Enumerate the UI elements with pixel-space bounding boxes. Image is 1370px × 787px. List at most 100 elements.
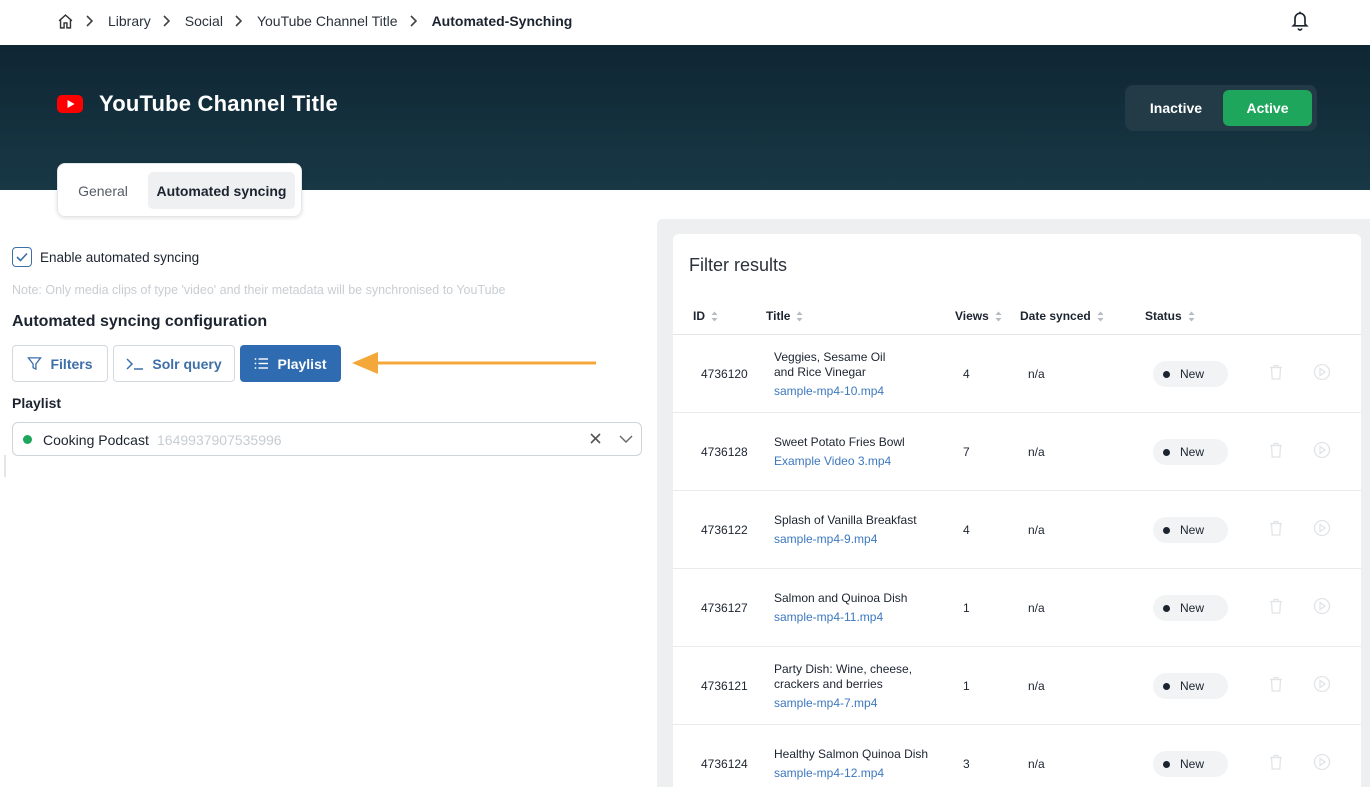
- results-table-header: ID Title Views Date synced Status: [673, 297, 1361, 335]
- play-icon[interactable]: [1313, 519, 1331, 537]
- tab-general[interactable]: General: [66, 172, 140, 209]
- row-date-synced: n/a: [1028, 367, 1045, 381]
- row-date-synced: n/a: [1028, 445, 1045, 459]
- youtube-icon: [57, 95, 83, 113]
- trash-icon[interactable]: [1269, 676, 1283, 692]
- column-title[interactable]: Title: [766, 309, 803, 323]
- enable-syncing-checkbox[interactable]: [12, 247, 32, 267]
- column-date-synced[interactable]: Date synced: [1020, 309, 1104, 323]
- filter-results-card: Filter results ID Title Views Date synce…: [673, 234, 1361, 787]
- column-views[interactable]: Views: [955, 309, 1002, 323]
- playlist-id: 1649937907535996: [157, 432, 282, 448]
- breadcrumb: Library Social YouTube Channel Title Aut…: [56, 12, 572, 30]
- filters-button[interactable]: Filters: [12, 345, 108, 382]
- status-badge: New: [1153, 751, 1228, 777]
- sort-icon: [711, 311, 718, 321]
- breadcrumb-social[interactable]: Social: [185, 13, 223, 29]
- playlist-label: Playlist: [12, 395, 62, 411]
- resize-handle[interactable]: [4, 455, 6, 477]
- results-title: Filter results: [689, 255, 788, 275]
- row-id: 4736122: [701, 523, 748, 537]
- row-file-link[interactable]: sample-mp4-9.mp4: [774, 532, 934, 547]
- chevron-right-icon: [409, 12, 420, 30]
- row-id: 4736121: [701, 679, 748, 693]
- trash-icon[interactable]: [1269, 442, 1283, 458]
- filter-icon: [27, 357, 43, 371]
- tab-bar: General Automated syncing: [57, 163, 302, 217]
- row-views: 4: [963, 523, 970, 537]
- sort-icon: [1188, 311, 1195, 321]
- config-section-title: Automated syncing configuration: [12, 313, 268, 330]
- top-bar: Library Social YouTube Channel Title Aut…: [0, 0, 1370, 45]
- terminal-icon: [126, 357, 144, 370]
- chevron-right-icon: [163, 12, 173, 30]
- solr-query-button-label: Solr query: [152, 355, 222, 372]
- row-title: Salmon and Quinoa Dish sample-mp4-11.mp4: [774, 591, 934, 625]
- table-row[interactable]: 4736124 Healthy Salmon Quinoa Dish sampl…: [673, 725, 1361, 787]
- inactive-option[interactable]: Inactive: [1130, 90, 1222, 126]
- table-row[interactable]: 4736121 Party Dish: Wine, cheese, cracke…: [673, 647, 1361, 725]
- row-title: Splash of Vanilla Breakfast sample-mp4-9…: [774, 513, 934, 547]
- row-file-link[interactable]: sample-mp4-11.mp4: [774, 610, 934, 625]
- clear-icon[interactable]: [589, 431, 603, 447]
- solr-query-button[interactable]: Solr query: [113, 345, 235, 382]
- play-icon[interactable]: [1313, 675, 1331, 693]
- column-status[interactable]: Status: [1145, 309, 1195, 323]
- trash-icon[interactable]: [1269, 598, 1283, 614]
- status-badge: New: [1153, 595, 1228, 621]
- enable-syncing-label: Enable automated syncing: [40, 249, 200, 265]
- enable-syncing-row: Enable automated syncing: [12, 247, 199, 267]
- sync-note: Note: Only media clips of type 'video' a…: [12, 283, 506, 297]
- sort-icon: [995, 311, 1002, 321]
- row-views: 4: [963, 367, 970, 381]
- playlist-name: Cooking Podcast: [43, 432, 149, 448]
- play-icon[interactable]: [1313, 441, 1331, 459]
- play-icon[interactable]: [1313, 597, 1331, 615]
- table-row[interactable]: 4736127 Salmon and Quinoa Dish sample-mp…: [673, 569, 1361, 647]
- row-file-link[interactable]: Example Video 3.mp4: [774, 454, 934, 469]
- chevron-right-icon: [86, 12, 96, 30]
- row-id: 4736120: [701, 367, 748, 381]
- home-icon[interactable]: [56, 12, 74, 30]
- breadcrumb-library[interactable]: Library: [108, 13, 151, 29]
- trash-icon[interactable]: [1269, 364, 1283, 380]
- row-file-link[interactable]: sample-mp4-7.mp4: [774, 696, 934, 711]
- row-title: Sweet Potato Fries Bowl Example Video 3.…: [774, 435, 934, 469]
- table-row[interactable]: 4736120 Veggies, Sesame Oil and Rice Vin…: [673, 335, 1361, 413]
- row-title: Party Dish: Wine, cheese, crackers and b…: [774, 662, 934, 711]
- row-views: 7: [963, 445, 970, 459]
- playlist-select[interactable]: Cooking Podcast 1649937907535996: [12, 422, 642, 456]
- sort-icon: [796, 311, 803, 321]
- table-row[interactable]: 4736122 Splash of Vanilla Breakfast samp…: [673, 491, 1361, 569]
- sort-icon: [1097, 311, 1104, 321]
- play-icon[interactable]: [1313, 753, 1331, 771]
- row-views: 1: [963, 601, 970, 615]
- row-title: Veggies, Sesame Oil and Rice Vinegar sam…: [774, 350, 934, 399]
- row-id: 4736127: [701, 601, 748, 615]
- chevron-right-icon: [235, 12, 245, 30]
- pointer-arrow-icon: [352, 352, 596, 374]
- trash-icon[interactable]: [1269, 754, 1283, 770]
- play-icon[interactable]: [1313, 363, 1331, 381]
- status-badge: New: [1153, 517, 1228, 543]
- breadcrumb-channel[interactable]: YouTube Channel Title: [257, 13, 398, 29]
- row-date-synced: n/a: [1028, 601, 1045, 615]
- row-file-link[interactable]: sample-mp4-12.mp4: [774, 766, 934, 781]
- breadcrumb-current: Automated-Synching: [431, 13, 573, 29]
- chevron-down-icon[interactable]: [619, 431, 633, 447]
- column-id[interactable]: ID: [693, 309, 718, 323]
- status-badge: New: [1153, 361, 1228, 387]
- row-id: 4736128: [701, 445, 748, 459]
- bell-icon[interactable]: [1290, 9, 1310, 31]
- active-status-dot: [23, 435, 32, 444]
- tab-automated-syncing[interactable]: Automated syncing: [148, 172, 295, 209]
- row-id: 4736124: [701, 757, 748, 771]
- row-file-link[interactable]: sample-mp4-10.mp4: [774, 384, 934, 399]
- status-badge: New: [1153, 439, 1228, 465]
- status-toggle: Inactive Active: [1125, 85, 1317, 131]
- table-row[interactable]: 4736128 Sweet Potato Fries Bowl Example …: [673, 413, 1361, 491]
- trash-icon[interactable]: [1269, 520, 1283, 536]
- row-views: 3: [963, 757, 970, 771]
- playlist-button[interactable]: Playlist: [240, 345, 341, 382]
- active-option[interactable]: Active: [1223, 90, 1312, 126]
